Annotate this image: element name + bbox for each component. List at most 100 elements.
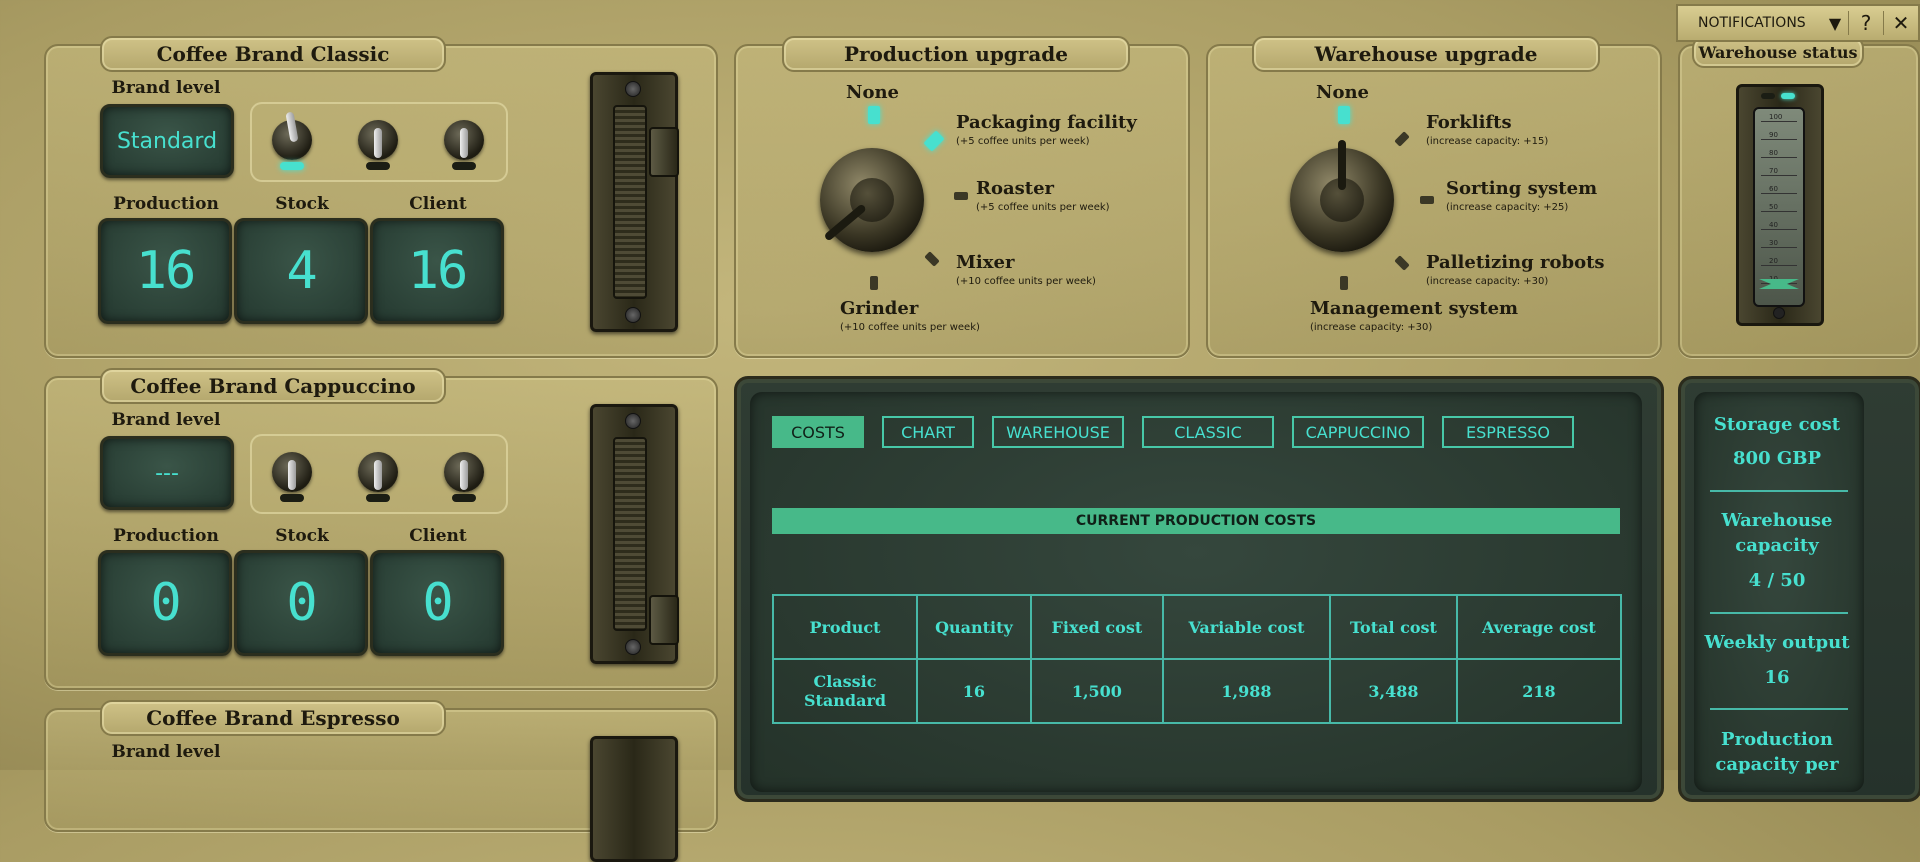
notifications-label[interactable]: NOTIFICATIONS (1698, 15, 1822, 31)
warehouse-tick-sorting (1420, 196, 1434, 204)
warehouse-option-forklifts[interactable]: Forklifts (1426, 112, 1512, 133)
tab-warehouse[interactable]: WAREHOUSE (992, 416, 1124, 448)
stock-display-2: 0 (234, 550, 368, 656)
warehouse-status-gauge: 100 90 80 70 60 50 40 30 20 10 (1736, 84, 1824, 326)
production-option-grinder[interactable]: Grinder (840, 298, 918, 319)
production-option-grinder-sub: (+10 coffee units per week) (840, 322, 980, 333)
brand-level-toggle-3[interactable] (442, 110, 486, 170)
header-product: Product (772, 594, 918, 660)
costs-screen (750, 392, 1642, 792)
warehouse-option-sorting-sub: (increase capacity: +25) (1446, 202, 1569, 213)
warehouse-upgrade-title: Warehouse upgrade (1252, 36, 1600, 72)
stats-divider (1710, 490, 1848, 492)
warehouse-fill-indicator (1759, 279, 1799, 289)
production-display: 16 (98, 218, 232, 324)
production-tick-roaster (954, 192, 968, 200)
gauge-label-70: 70 (1769, 167, 1778, 175)
production-upgrade-panel (734, 44, 1190, 358)
production-label-2: Production (113, 526, 219, 546)
brand-level-toggle-1[interactable] (270, 110, 314, 170)
cell-average-cost: 218 (1455, 658, 1623, 724)
brand-level-display-2[interactable]: --- (100, 436, 234, 510)
production-option-packaging[interactable]: Packaging facility (956, 112, 1137, 133)
header-variable-cost: Variable cost (1161, 594, 1332, 660)
costs-table: Product Quantity Fixed cost Variable cos… (772, 594, 1623, 724)
production-tick-none (868, 106, 880, 124)
client-display-2: 0 (370, 550, 504, 656)
production-option-none[interactable]: None (846, 82, 899, 103)
cell-quantity: 16 (916, 658, 1032, 724)
warehouse-option-sorting[interactable]: Sorting system (1446, 178, 1597, 199)
brand-level-label: Brand level (111, 78, 221, 98)
warehouse-option-palletizing[interactable]: Palletizing robots (1426, 252, 1605, 273)
warehouse-option-forklifts-sub: (increase capacity: +15) (1426, 136, 1549, 147)
production-option-packaging-sub: (+5 coffee units per week) (956, 136, 1090, 147)
close-icon[interactable]: ✕ (1883, 11, 1918, 35)
warehouse-capacity-label: Warehouse capacity (1721, 510, 1833, 556)
stats-divider (1710, 612, 1848, 614)
costs-table-header: Product Quantity Fixed cost Variable cos… (772, 594, 1623, 660)
brand-level-label-3: Brand level (111, 742, 221, 762)
production-tick-grinder (870, 276, 878, 290)
notifications-bar[interactable]: NOTIFICATIONS ▼ ? ✕ (1676, 4, 1920, 42)
warehouse-option-management[interactable]: Management system (1310, 298, 1518, 319)
gauge-label-40: 40 (1769, 221, 1778, 229)
tab-classic[interactable]: CLASSIC (1142, 416, 1274, 448)
production-upgrade-knob[interactable] (820, 148, 924, 252)
gauge-label-20: 20 (1769, 257, 1778, 265)
tab-espresso[interactable]: ESPRESSO (1442, 416, 1574, 448)
tab-cappuccino[interactable]: CAPPUCCINO (1292, 416, 1424, 448)
stock-label-2: Stock (275, 526, 329, 546)
tab-chart[interactable]: CHART (882, 416, 974, 448)
warehouse-upgrade-knob[interactable] (1290, 140, 1394, 252)
production-display-2: 0 (98, 550, 232, 656)
gauge-label-60: 60 (1769, 185, 1778, 193)
gauge-label-80: 80 (1769, 149, 1778, 157)
gauge-label-30: 30 (1769, 239, 1778, 247)
help-icon[interactable]: ? (1848, 11, 1883, 35)
gauge-label-90: 90 (1769, 131, 1778, 139)
brand-level-label-2: Brand level (111, 410, 221, 430)
header-average-cost: Average cost (1455, 594, 1623, 660)
client-display: 16 (370, 218, 504, 324)
stats-divider (1710, 708, 1848, 710)
brand-level-toggle-2[interactable] (356, 110, 400, 170)
table-row: Classic Standard 16 1,500 1,988 3,488 21… (772, 658, 1623, 724)
production-option-roaster[interactable]: Roaster (976, 178, 1054, 199)
brand-level-toggle-2-3[interactable] (442, 442, 486, 502)
brand-classic-slider[interactable] (590, 72, 679, 332)
warehouse-tick-none (1338, 106, 1350, 124)
client-label: Client (409, 194, 467, 214)
brand-cappuccino-slider-handle[interactable] (649, 595, 679, 645)
client-label-2: Client (409, 526, 467, 546)
brand-level-display[interactable]: Standard (100, 104, 234, 178)
brand-classic-title: Coffee Brand Classic (100, 36, 446, 72)
cell-variable-cost: 1,988 (1161, 658, 1332, 724)
warehouse-option-none[interactable]: None (1316, 82, 1369, 103)
production-label: Production (113, 194, 219, 214)
brand-classic-slider-handle[interactable] (649, 127, 679, 177)
brand-level-toggle-2-2[interactable] (356, 442, 400, 502)
gauge-label-50: 50 (1769, 203, 1778, 211)
gauge-label-100: 100 (1769, 113, 1783, 121)
brand-cappuccino-slider[interactable] (590, 404, 679, 664)
warehouse-status-scale: 100 90 80 70 60 50 40 30 20 10 (1753, 107, 1805, 307)
stock-display: 4 (234, 218, 368, 324)
storage-cost-label: Storage cost (1713, 414, 1841, 435)
brand-level-switches (250, 102, 508, 182)
header-quantity: Quantity (916, 594, 1032, 660)
weekly-output-label: Weekly output (1704, 632, 1850, 653)
brand-espresso-title: Coffee Brand Espresso (100, 700, 446, 736)
storage-cost-value: 800 GBP (1733, 448, 1821, 469)
header-total-cost: Total cost (1329, 594, 1458, 660)
brand-level-toggle-2-1[interactable] (270, 442, 314, 502)
brand-espresso-slider[interactable] (590, 736, 678, 862)
production-option-mixer[interactable]: Mixer (956, 252, 1014, 273)
notifications-dropdown-icon[interactable]: ▼ (1822, 14, 1848, 33)
cell-fixed-cost: 1,500 (1029, 658, 1164, 724)
costs-banner: CURRENT PRODUCTION COSTS (772, 508, 1620, 534)
header-fixed-cost: Fixed cost (1029, 594, 1164, 660)
warehouse-option-management-sub: (increase capacity: +30) (1310, 322, 1433, 333)
tab-costs[interactable]: COSTS (772, 416, 864, 448)
production-upgrade-title: Production upgrade (782, 36, 1130, 72)
